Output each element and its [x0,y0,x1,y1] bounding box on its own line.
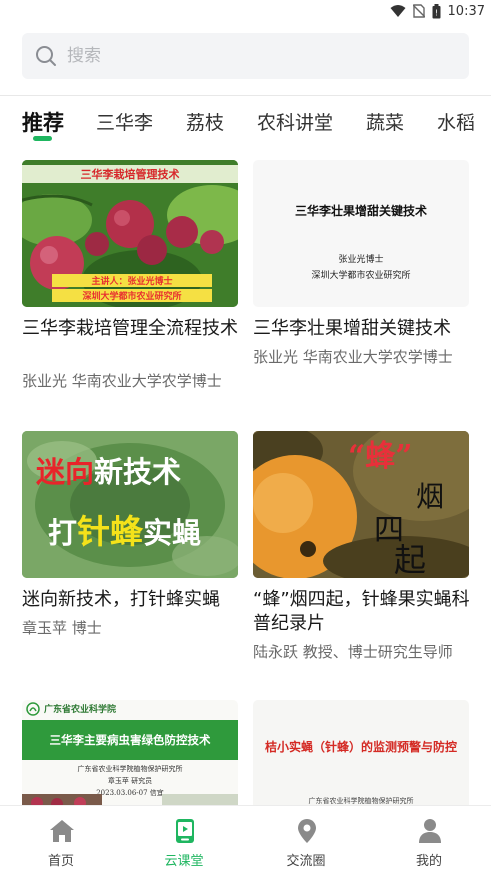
course-title[interactable]: “蜂”烟四起，针蜂果实蝇科普纪录片 [253,588,475,636]
search-icon [36,46,56,66]
nav-profile[interactable]: 我的 [384,806,474,874]
thumb-heading: 三华李壮果增甜关键技术 [294,204,427,218]
tab-agri-lecture[interactable]: 农科讲堂 [257,108,333,135]
thumb-org-line: 深圳大学都市农业研究所 [52,289,212,302]
course-thumbnail[interactable]: 广东省农业科学院 三华李主要病虫害绿色防控技术 广东省农业科学院植物保护研究所 … [22,700,238,806]
thumb-quoted: “蜂” [348,439,413,474]
location-pin-icon [298,819,316,843]
thumb-line2-c: 实蝇 [143,516,202,550]
course-thumbnail[interactable]: 三华李栽培管理技术 主讲人：张业光博士 深圳大学都市农业研究所 [22,160,238,307]
wifi-icon [390,5,406,17]
no-sim-icon [412,4,425,18]
thumb-speaker-line: 主讲人：张业光博士 [52,274,212,287]
thumb-banner: 桔小实蝇（针蜂）的监测预警与防控 [264,740,457,754]
nav-community[interactable]: 交流圈 [261,806,351,874]
nav-home[interactable]: 首页 [16,806,106,874]
tab-lychee[interactable]: 荔枝 [186,108,224,135]
thumb-line1-white: 新技术 [94,455,182,489]
active-tab-indicator [33,136,52,141]
search-bar[interactable] [22,33,469,79]
classroom-icon [176,819,194,843]
course-title[interactable]: 三华李栽培管理全流程技术 [22,317,244,341]
category-tabs: 推荐 三华李 荔枝 农科讲堂 蔬菜 水稻 [0,98,491,148]
tab-recommend[interactable]: 推荐 [22,107,64,137]
battery-icon: ! [432,3,441,18]
divider [0,95,491,96]
thumb-line2-a: 打 [48,516,78,550]
thumb-char-1: 烟 [416,480,445,513]
nav-classroom-label: 云课堂 [164,854,204,869]
nav-profile-label: 我的 [415,854,442,869]
tab-rice[interactable]: 水稻 [437,108,475,135]
home-icon [50,820,74,842]
academy-logo-icon [26,702,40,716]
thumb-line1-red: 迷向 [36,455,95,489]
course-title[interactable]: 三华李壮果增甜关键技术 [253,317,475,341]
nav-home-label: 首页 [47,854,74,869]
svg-text:!: ! [434,8,437,17]
status-bar: ! 10:37 [0,0,491,22]
course-lecturer: 张业光 华南农业大学农学博士 [253,348,453,366]
course-thumbnail[interactable]: 迷向新技术 打针蜂实蝇 [22,431,238,578]
course-thumbnail[interactable]: “蜂” 烟 四 起 [253,431,469,578]
course-lecturer: 章玉苹 博士 [22,619,102,637]
thumb-line2-b: 针蜂 [77,512,144,551]
tab-sanhuali[interactable]: 三华李 [96,108,153,135]
thumb-speaker: 章玉苹 研究员 [107,777,153,785]
course-lecturer: 张业光 华南农业大学农学博士 [22,372,222,390]
nav-community-label: 交流圈 [286,854,326,869]
course-thumbnail[interactable]: 桔小实蝇（针蜂）的监测预警与防控 广东省农业科学院植物保护研究所 [253,700,469,806]
bottom-nav: 首页 云课堂 交流圈 我的 [0,805,491,874]
course-lecturer: 陆永跃 教授、博士研究生导师 [253,643,453,661]
thumb-char-3: 起 [394,541,427,578]
status-time: 10:37 [447,3,485,19]
tab-vegetables[interactable]: 蔬菜 [366,108,404,135]
course-thumbnail[interactable]: 三华李壮果增甜关键技术 张业光博士 深圳大学都市农业研究所 [253,160,469,307]
thumb-heading: 三华李栽培管理技术 [22,165,238,183]
thumb-speaker-line: 张业光博士 [338,255,384,265]
thumb-org-line: 深圳大学都市农业研究所 [311,271,411,281]
thumb-org-header: 广东省农业科学院 [44,705,117,715]
nav-classroom[interactable]: 云课堂 [139,806,229,874]
search-input[interactable] [67,46,447,66]
user-icon [419,819,441,843]
thumb-banner: 三华李主要病虫害绿色防控技术 [22,720,238,760]
course-title[interactable]: 迷向新技术，打针蜂实蝇 [22,588,244,612]
thumb-institute: 广东省农业科学院植物保护研究所 [77,765,183,773]
